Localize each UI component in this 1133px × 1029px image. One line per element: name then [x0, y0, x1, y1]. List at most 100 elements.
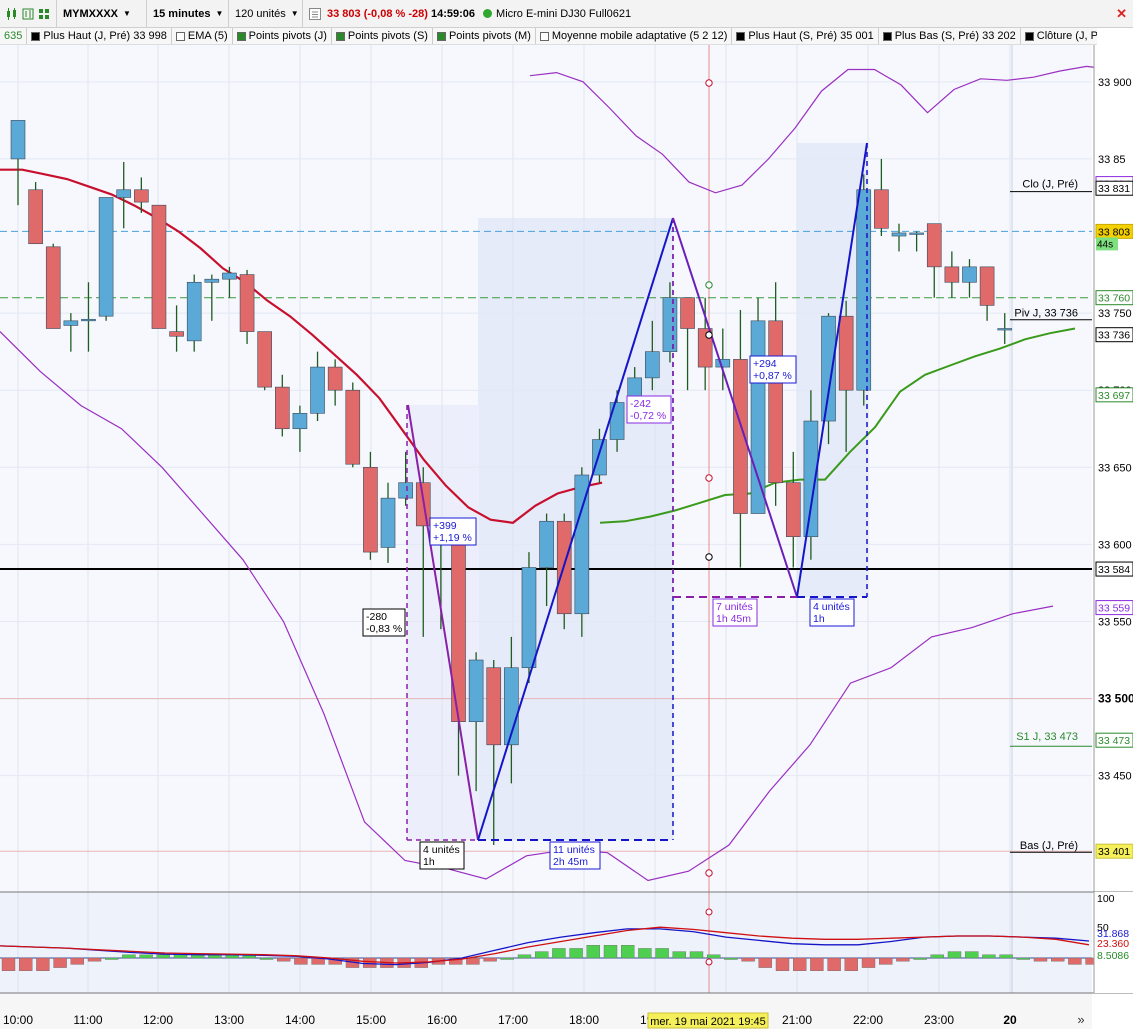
oscillator-histogram-bar [879, 957, 893, 965]
oscillator-histogram-bar [689, 951, 704, 959]
oscillator-axis-label: 8.5086 [1097, 950, 1129, 962]
oscillator-histogram-bar [638, 948, 652, 959]
swing-annotation-text: 11 unités [553, 844, 595, 856]
candle-body [468, 659, 484, 722]
candle-body [539, 520, 554, 568]
candle-body [521, 567, 537, 669]
oscillator-histogram-bar [999, 954, 1013, 959]
crosshair-point [705, 331, 713, 339]
oscillator-histogram-bar [36, 957, 50, 972]
price-axis-tick-label: 33 650 [1098, 462, 1132, 474]
candle-body [750, 320, 766, 514]
swing-annotation-text: -242 [630, 398, 651, 410]
countdown-tag: 44s [1097, 239, 1113, 250]
candle-body [257, 331, 272, 388]
oscillator-histogram-bar [775, 957, 790, 972]
oscillator-histogram-bar [87, 957, 102, 962]
swing-annotation-text: 1h [813, 613, 825, 625]
low-prev-tag: 33 401 [1098, 846, 1130, 858]
candle-body [81, 318, 96, 322]
oscillator-histogram-bar [500, 957, 514, 960]
extra-axis-tag: 33 697 [1098, 390, 1130, 402]
price-axis-tick-label: 33 500 [1098, 692, 1133, 706]
candle-body [45, 246, 61, 329]
scroll-right-icon[interactable]: » [1077, 1012, 1084, 1027]
oscillator-histogram-bar [913, 957, 927, 960]
oscillator-histogram-bar [827, 957, 841, 972]
candle-body [997, 328, 1013, 331]
swing-annotation-text: 7 unités [716, 601, 753, 613]
candle-body [926, 223, 942, 268]
candle-body [204, 278, 220, 283]
oscillator-histogram-bar [259, 957, 274, 960]
oscillator-histogram-bar [810, 957, 824, 972]
swing-annotation-text: +294 [753, 358, 777, 370]
chart-canvas[interactable]: Clo (J, Pré) Piv J, 33 736 S1 J, 33 473 Bas… [0, 0, 1133, 1029]
time-axis-tick-label: 15:00 [356, 1013, 386, 1027]
time-axis-tick-label: 13:00 [214, 1013, 244, 1027]
candle-body [239, 274, 255, 332]
candle-body [292, 413, 308, 430]
oscillator-histogram-bar [363, 957, 377, 968]
oscillator-histogram-bar [947, 951, 962, 959]
candle-body [451, 544, 466, 722]
oscillator-histogram-bar [655, 948, 669, 959]
crosshair-point [705, 553, 713, 561]
oscillator-histogram-bar [672, 951, 686, 959]
oscillator-histogram-bar [741, 957, 755, 962]
price-axis-tick-label: 33 450 [1098, 771, 1132, 783]
oscillator-histogram-bar [707, 954, 721, 959]
price-axis-tick-label: 33 600 [1098, 539, 1132, 551]
oscillator-histogram-bar [104, 957, 119, 960]
crosshair-point [705, 474, 713, 482]
candle-body [398, 482, 413, 499]
swing-annotation-text: 4 unités [813, 601, 850, 613]
oscillator-histogram-bar [483, 957, 497, 962]
price-axis-tick-label: 33 550 [1098, 616, 1132, 628]
oscillator-histogram-bar [535, 951, 549, 959]
candle-body [63, 320, 79, 326]
candle-body [151, 204, 167, 329]
candle-body [962, 266, 977, 283]
candle-body [821, 315, 836, 422]
candle-body [891, 232, 907, 237]
time-axis-tick-label: 12:00 [143, 1013, 173, 1027]
candle-body [169, 331, 184, 337]
level-axis-tag: 33 584 [1098, 564, 1130, 576]
oscillator-histogram-bar [724, 957, 738, 960]
time-axis-tick-label: 10:00 [3, 1013, 33, 1027]
oscillator-histogram-bar [1050, 957, 1065, 962]
oscillator-panel-background [0, 892, 1092, 993]
time-axis-tick-label: 20 [1003, 1013, 1017, 1027]
candle-body [856, 189, 872, 391]
candle-body [979, 266, 995, 306]
candle-body [327, 366, 343, 391]
crosshair-point [705, 869, 713, 877]
crosshair-point [705, 908, 713, 916]
oscillator-histogram-bar [586, 945, 600, 959]
candle-body [944, 266, 960, 283]
level-label: Piv J, 33 736 [1014, 308, 1078, 320]
crosshair-point [705, 281, 713, 289]
candle-body [785, 482, 801, 537]
oscillator-histogram-bar [1068, 957, 1082, 965]
swing-annotation-text: -280 [366, 611, 387, 623]
time-axis-tick-label: 21:00 [782, 1013, 812, 1027]
candle-body [28, 189, 43, 245]
level-axis-tag: 33 736 [1098, 330, 1130, 342]
oscillator-histogram-bar [844, 957, 858, 972]
oscillator-histogram-bar [793, 957, 807, 972]
time-axis-tick-label: 16:00 [427, 1013, 457, 1027]
crosshair-point [705, 79, 713, 87]
oscillator-histogram-bar [1016, 957, 1030, 960]
oscillator-histogram-bar [569, 948, 583, 959]
swing-annotation-text: 2h 45m [553, 856, 588, 868]
price-axis-tick-label: 33 85 [1098, 154, 1126, 166]
candle-body [715, 359, 731, 368]
oscillator-histogram-bar [156, 954, 171, 959]
oscillator-histogram-bar [965, 951, 979, 959]
candle-body [609, 402, 625, 440]
oscillator-histogram-bar [122, 954, 136, 959]
price-axis-tick-label: 33 750 [1098, 308, 1132, 320]
candle-body [98, 197, 114, 317]
